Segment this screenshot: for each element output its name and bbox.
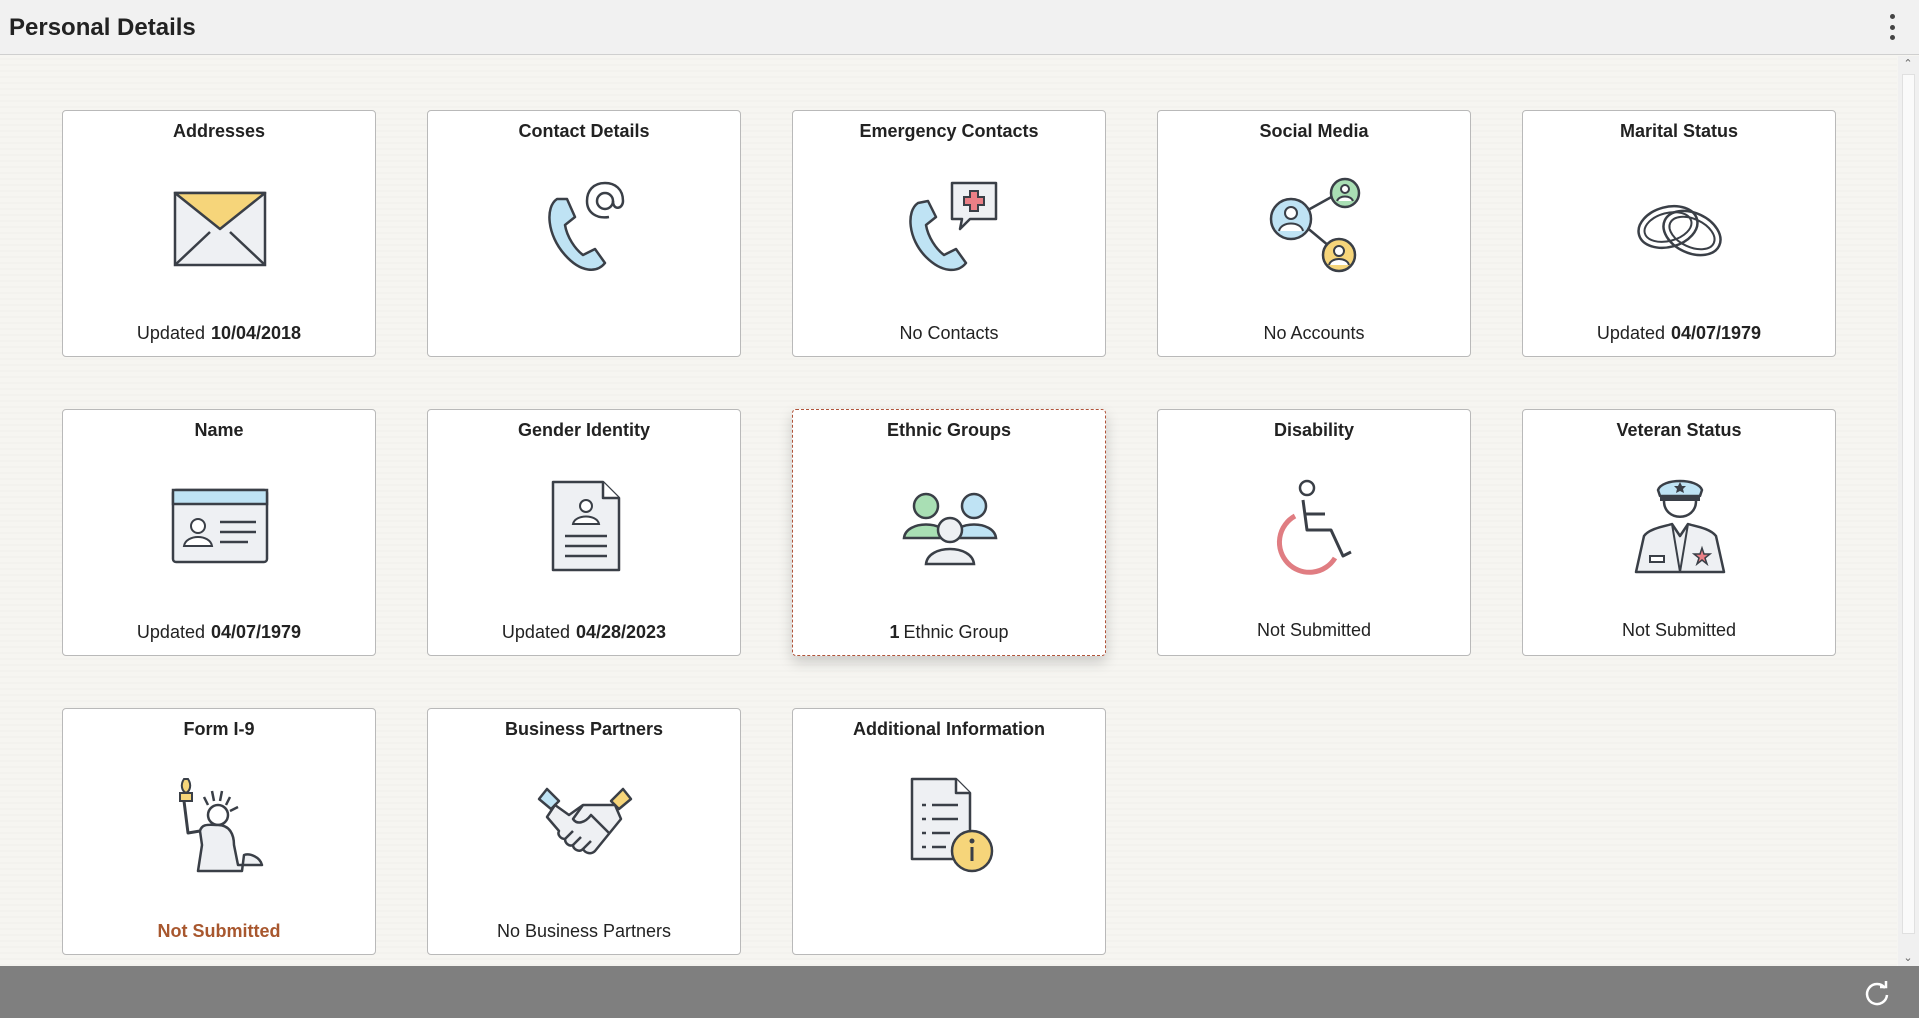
tile-footer: Updated 04/07/1979 (1523, 323, 1835, 344)
tile-title: Additional Information (853, 719, 1045, 739)
tile-footer: Updated 04/07/1979 (63, 622, 375, 643)
tile-title: Emergency Contacts (859, 121, 1039, 141)
handshake-icon (537, 787, 633, 855)
tile-gender-identity[interactable]: Gender Identity Updated 04/28/2023 (427, 409, 741, 656)
tile-addresses[interactable]: Addresses Updated 10/04/2018 (62, 110, 376, 357)
envelope-icon (173, 191, 267, 267)
veteran-officer-icon (1634, 479, 1726, 574)
kebab-menu-icon[interactable] (1887, 14, 1897, 40)
people-group-icon (902, 492, 998, 566)
tile-status: No Business Partners (496, 921, 672, 941)
updated-date: 10/04/2018 (210, 323, 302, 343)
profile-document-icon (551, 480, 621, 572)
ethnic-group-count: 1 (889, 622, 900, 642)
tile-social-media[interactable]: Social Media No Accounts (1157, 110, 1471, 357)
social-network-icon (1269, 177, 1361, 273)
tile-contact-details[interactable]: Contact Details (427, 110, 741, 357)
tile-footer: 1 Ethnic Group (793, 622, 1105, 643)
tile-status: Ethnic Group (903, 622, 1009, 642)
tile-title: Contact Details (518, 121, 650, 141)
tile-title: Veteran Status (1616, 420, 1742, 440)
tile-additional-information[interactable]: Additional Information (792, 708, 1106, 955)
updated-date: 04/07/1979 (1670, 323, 1762, 343)
tile-ethnic-groups[interactable]: Ethnic Groups 1 Ethnic Group (792, 409, 1106, 656)
page-footer (0, 966, 1919, 1018)
tile-title: Gender Identity (517, 420, 651, 440)
tile-title: Marital Status (1619, 121, 1739, 141)
updated-label: Updated (136, 323, 205, 343)
updated-label: Updated (1596, 323, 1665, 343)
tile-title: Form I-9 (183, 719, 255, 739)
wedding-rings-icon (1637, 204, 1722, 257)
scrollbar-thumb[interactable] (1902, 74, 1915, 934)
updated-date: 04/07/1979 (210, 622, 302, 642)
phone-medical-icon (909, 181, 998, 271)
tile-title: Social Media (1259, 121, 1369, 141)
page-title: Personal Details (9, 14, 196, 41)
refresh-icon[interactable] (1863, 979, 1891, 1007)
tile-title: Ethnic Groups (886, 420, 1011, 440)
tile-form-i9[interactable]: Form I-9 Not Submitted (62, 708, 376, 955)
updated-label: Updated (501, 622, 570, 642)
document-info-icon (910, 777, 994, 873)
scroll-down-icon[interactable]: ⌄ (1901, 952, 1915, 964)
tile-footer: Updated 04/28/2023 (428, 622, 740, 643)
tile-status: Not Submitted (1621, 620, 1737, 640)
tile-veteran-status[interactable]: Veteran Status Not Submitted (1522, 409, 1836, 656)
phone-at-icon (548, 181, 625, 271)
tile-title: Disability (1273, 420, 1355, 440)
tile-marital-status[interactable]: Marital Status Updated 04/07/1979 (1522, 110, 1836, 357)
tile-emergency-contacts[interactable]: Emergency Contacts No Contacts (792, 110, 1106, 357)
vertical-scrollbar[interactable]: ⌃ ⌄ (1898, 56, 1919, 966)
tile-status: Not Submitted (1256, 620, 1372, 640)
id-card-icon (171, 488, 269, 564)
updated-date: 04/28/2023 (575, 622, 667, 642)
wheelchair-icon (1276, 479, 1352, 575)
tile-status: Not Submitted (157, 921, 281, 941)
tile-title: Business Partners (504, 719, 664, 739)
tile-title: Name (194, 420, 244, 440)
page-header: Personal Details (0, 0, 1919, 55)
tile-grid: Addresses Updated 10/04/2018 Contact Deta… (0, 56, 1897, 966)
tile-name[interactable]: Name Updated 04/07/1979 (62, 409, 376, 656)
statue-of-liberty-icon (179, 778, 264, 873)
tile-disability[interactable]: Disability Not Submitted (1157, 409, 1471, 656)
tile-title: Addresses (172, 121, 266, 141)
tile-status: No Accounts (1263, 323, 1365, 343)
updated-label: Updated (136, 622, 205, 642)
scroll-up-icon[interactable]: ⌃ (1901, 58, 1915, 70)
tile-business-partners[interactable]: Business Partners No Business Partners (427, 708, 741, 955)
tile-status: No Contacts (899, 323, 999, 343)
tile-footer: Updated 10/04/2018 (63, 323, 375, 344)
